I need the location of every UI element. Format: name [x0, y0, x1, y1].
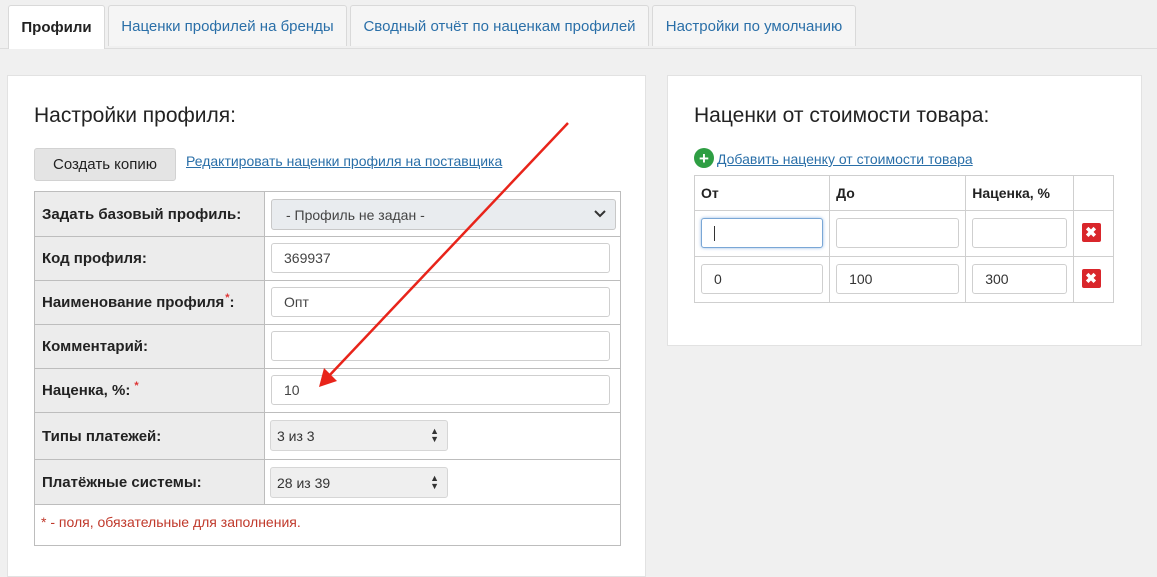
profile-settings-title: Настройки профиля:: [34, 104, 237, 127]
add-markup-link[interactable]: Добавить наценку от стоимости товара: [717, 151, 973, 167]
row-markup: Наценка, %: * 10: [35, 369, 620, 413]
text-caret: [714, 225, 715, 241]
profile-name-input[interactable]: Опт: [271, 287, 610, 317]
add-circle-icon[interactable]: +: [694, 148, 714, 168]
price-markups-title: Наценки от стоимости товара:: [694, 104, 990, 127]
tab-bar: Профили Наценки профилей на бренды Сводн…: [0, 0, 1157, 49]
markup-label: Наценка, %: *: [35, 369, 265, 412]
to-input[interactable]: 100: [836, 264, 960, 294]
table-row: 0 100 300 ✖: [693, 256, 1115, 303]
delete-icon[interactable]: ✖: [1081, 223, 1101, 242]
profile-code-input[interactable]: 369937: [271, 243, 610, 273]
base-profile-label: Задать базовый профиль:: [35, 192, 265, 236]
base-profile-select[interactable]: - Профиль не задан -: [271, 199, 616, 230]
required-mark: *: [134, 380, 139, 392]
row-profile-code: Код профиля: 369937: [35, 237, 620, 281]
tab-profiles[interactable]: Профили: [8, 5, 105, 49]
header-to: До: [829, 175, 967, 211]
chevron-down-icon: [593, 206, 607, 223]
tab-default-settings[interactable]: Настройки по умолчанию: [652, 5, 856, 46]
markup-input[interactable]: 10: [271, 375, 610, 405]
payment-types-select[interactable]: 3 из 3 ▲ ▼: [270, 420, 448, 451]
header-from: От: [693, 175, 831, 211]
updown-icon: ▲ ▼: [430, 473, 439, 491]
markup-value-input[interactable]: [972, 218, 1067, 248]
comment-input[interactable]: [271, 331, 610, 361]
row-payment-types: Типы платежей: 3 из 3 ▲ ▼: [35, 413, 620, 460]
row-base-profile: Задать базовый профиль: - Профиль не зад…: [35, 192, 620, 237]
payment-systems-select[interactable]: 28 из 39 ▲ ▼: [270, 467, 448, 498]
row-comment: Комментарий:: [35, 325, 620, 369]
tab-summary-report[interactable]: Сводный отчёт по наценкам профилей: [350, 5, 649, 46]
create-copy-button[interactable]: Создать копию: [34, 148, 176, 181]
row-payment-systems: Платёжные системы: 28 из 39 ▲ ▼: [35, 460, 620, 505]
updown-icon: ▲ ▼: [430, 426, 439, 444]
header-actions: [1072, 175, 1115, 211]
row-profile-name: Наименование профиля *: Опт: [35, 281, 620, 325]
from-input[interactable]: 0: [701, 264, 824, 294]
required-fields-note: * - поля, обязательные для заполнения.: [35, 505, 620, 546]
profile-code-label: Код профиля:: [35, 237, 265, 280]
markup-value-input[interactable]: 300: [972, 264, 1067, 294]
payment-types-label: Типы платежей:: [35, 413, 265, 459]
header-markup: Наценка, %: [965, 175, 1074, 211]
table-header-row: От До Наценка, %: [693, 175, 1115, 211]
from-input[interactable]: [701, 218, 824, 248]
comment-label: Комментарий:: [35, 325, 265, 368]
edit-supplier-markups-link[interactable]: Редактировать наценки профиля на поставщ…: [186, 153, 502, 169]
payment-systems-label: Платёжные системы:: [35, 460, 265, 504]
delete-icon[interactable]: ✖: [1081, 269, 1101, 288]
profile-form-table: Задать базовый профиль: - Профиль не зад…: [34, 191, 621, 546]
tab-brand-markups[interactable]: Наценки профилей на бренды: [108, 5, 347, 46]
table-row: ✖: [693, 210, 1115, 257]
to-input[interactable]: [836, 218, 960, 248]
markups-table: От До Наценка, % ✖ 0 100 300 ✖: [693, 175, 1115, 303]
profile-name-label: Наименование профиля *:: [35, 281, 265, 324]
